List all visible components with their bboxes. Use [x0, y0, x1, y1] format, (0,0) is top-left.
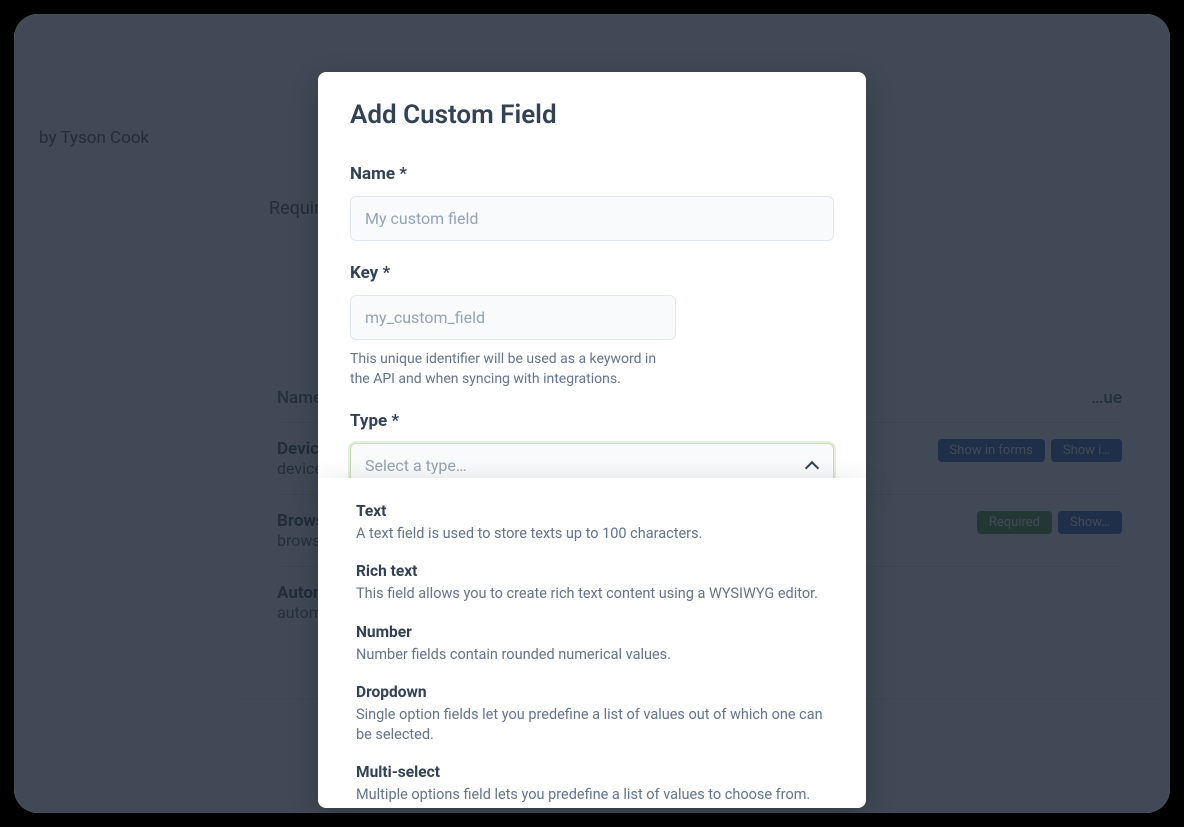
option-desc: This field allows you to create rich tex…	[356, 584, 828, 604]
key-label: Key *	[350, 263, 834, 283]
type-option[interactable]: Text A text field is used to store texts …	[356, 496, 828, 556]
key-input[interactable]	[350, 295, 676, 340]
type-option[interactable]: Multi-select Multiple options field lets …	[356, 757, 828, 808]
type-option[interactable]: Dropdown Single option fields let you pre…	[356, 677, 828, 758]
option-title: Rich text	[356, 562, 828, 580]
type-label: Type *	[350, 411, 834, 431]
key-help-text: This unique identifier will be used as a…	[350, 350, 670, 389]
name-label: Name *	[350, 164, 834, 184]
type-option[interactable]: Number Number fields contain rounded nume…	[356, 617, 828, 677]
option-title: Dropdown	[356, 683, 828, 701]
option-desc: Multiple options field lets you predefin…	[356, 785, 828, 805]
chevron-up-icon	[805, 459, 819, 473]
type-dropdown-panel: Text A text field is used to store texts …	[318, 478, 866, 808]
add-custom-field-modal: Add Custom Field Name * Key * This uniqu…	[318, 72, 866, 488]
option-title: Multi-select	[356, 763, 828, 781]
option-title: Number	[356, 623, 828, 641]
option-desc: Single option fields let you predefine a…	[356, 705, 828, 746]
name-input[interactable]	[350, 196, 834, 241]
option-desc: A text field is used to store texts up t…	[356, 524, 828, 544]
option-title: Text	[356, 502, 828, 520]
option-desc: Number fields contain rounded numerical …	[356, 645, 828, 665]
type-placeholder: Select a type…	[365, 456, 467, 475]
type-option[interactable]: Rich text This field allows you to create…	[356, 556, 828, 616]
modal-title: Add Custom Field	[350, 100, 834, 130]
